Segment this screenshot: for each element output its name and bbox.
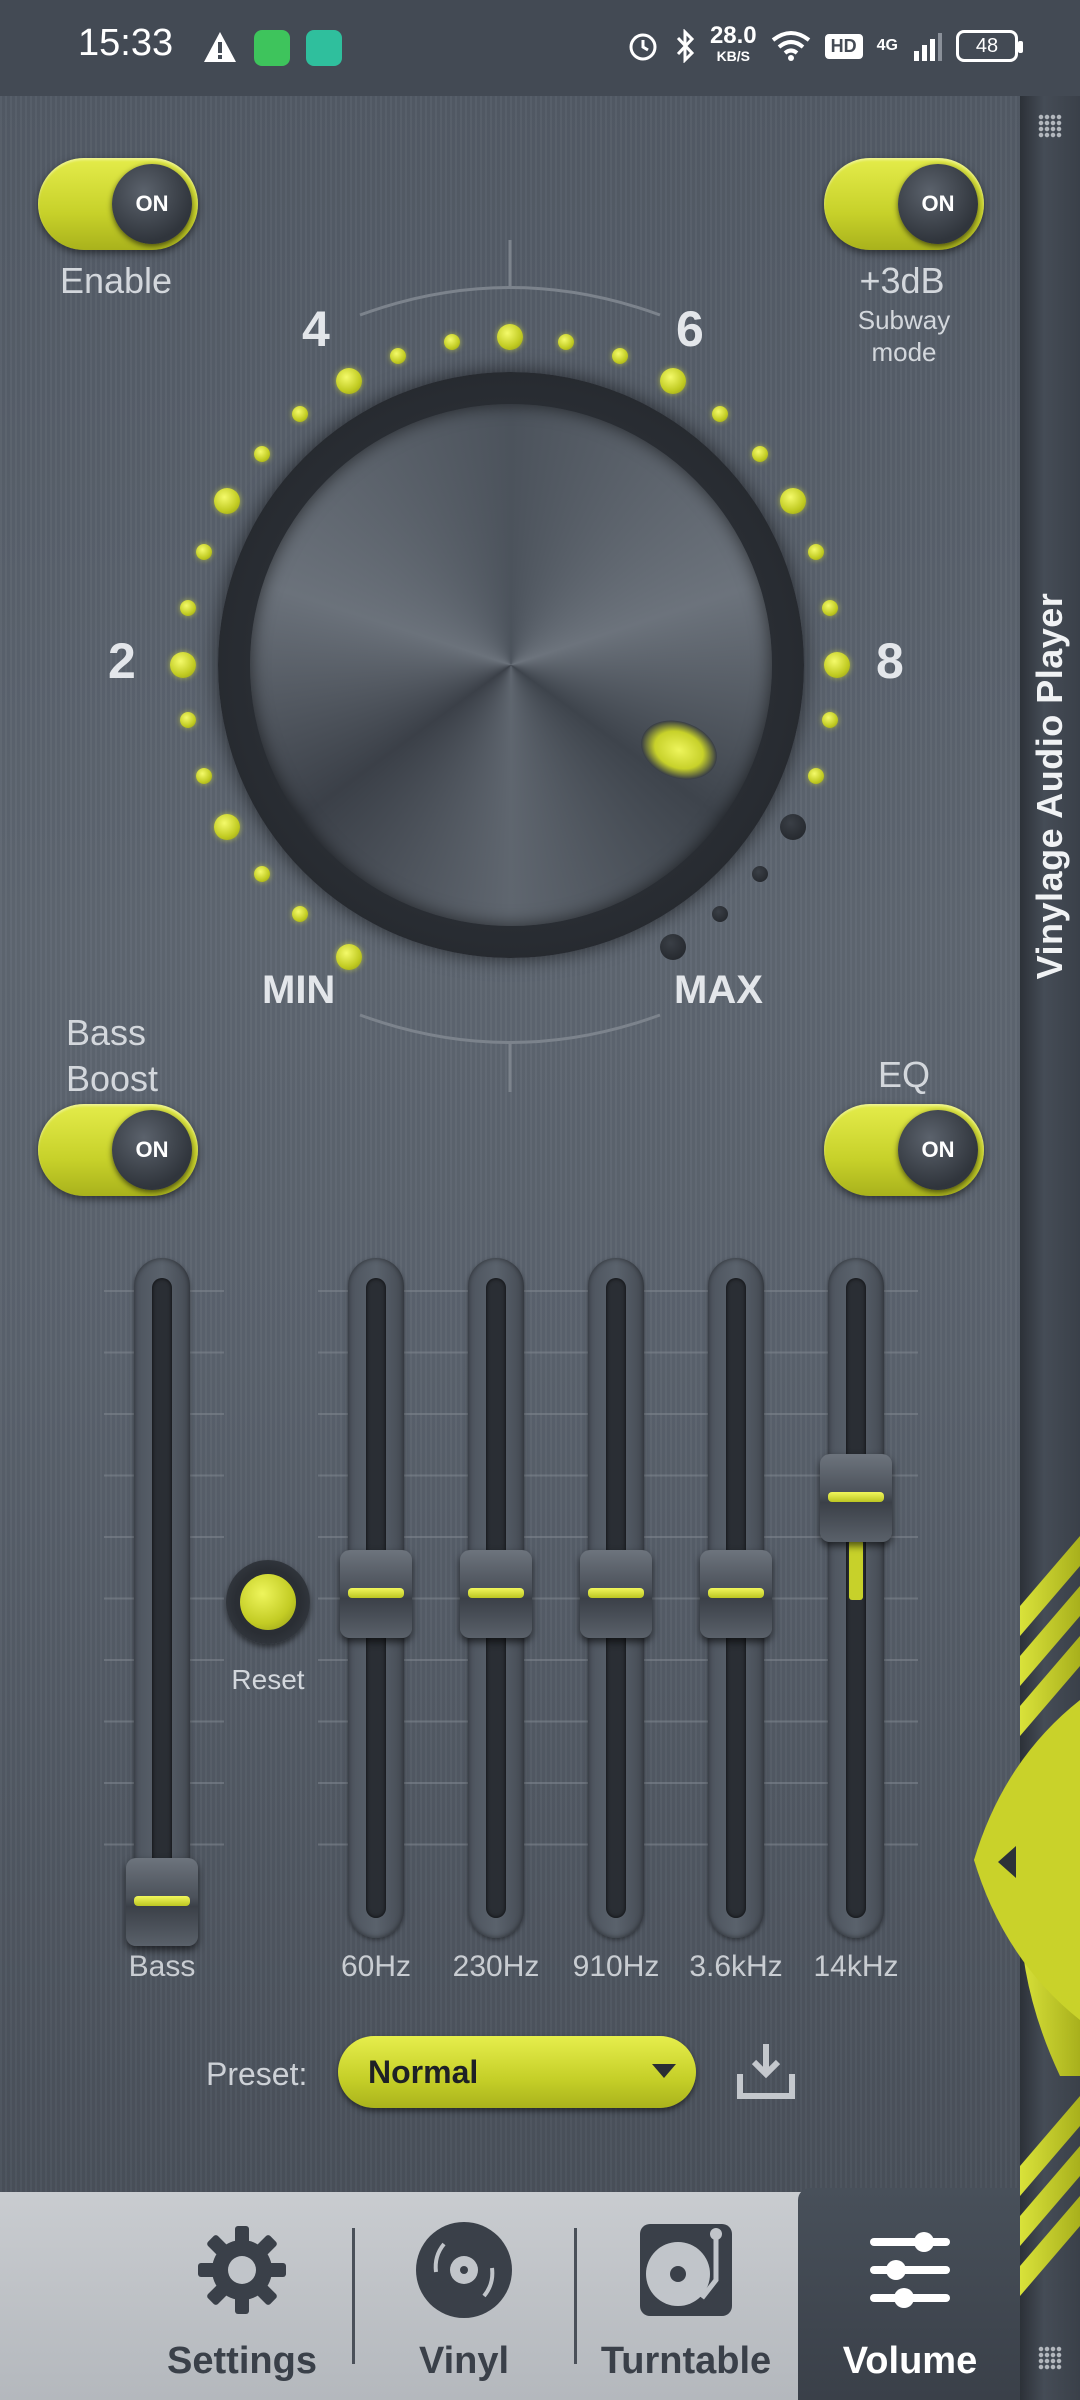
volume-led (612, 348, 628, 364)
volume-led (196, 544, 212, 560)
bass-boost-toggle-knob: ON (112, 1110, 192, 1190)
volume-led (336, 944, 362, 970)
drawer-handle[interactable] (964, 1700, 1080, 2020)
volume-led (497, 324, 523, 350)
eq-14khz-thumb[interactable] (820, 1454, 892, 1542)
dropdown-arrow-icon (652, 2064, 676, 2078)
turntable-icon (640, 2224, 732, 2316)
app-title: Vinylage Audio Player (1029, 592, 1070, 980)
nav-settings-label: Settings (167, 2340, 317, 2382)
nav-separator (574, 2228, 577, 2364)
volume-led (752, 446, 768, 462)
scale-max: MAX (674, 968, 763, 1012)
volume-led (254, 446, 270, 462)
eq-14khz-label: 14kHz (813, 1950, 899, 1983)
scale-2: 2 (108, 633, 136, 689)
nav-turntable-label: Turntable (600, 2340, 772, 2382)
gear-icon (198, 2226, 286, 2314)
volume-led (180, 600, 196, 616)
volume-led (780, 814, 806, 840)
volume-led (214, 814, 240, 840)
bass-boost-label: Bass Boost (66, 1012, 159, 1099)
eq-910hz-thumb[interactable] (580, 1550, 652, 1638)
rail-grip-bottom-icon (1038, 2346, 1062, 2370)
volume-led (712, 906, 728, 922)
volume-led (822, 712, 838, 728)
volume-led (660, 368, 686, 394)
side-drawer-rail[interactable]: Vinylage Audio Player (1020, 96, 1080, 2400)
scale-min: MIN (262, 968, 336, 1012)
volume-led (254, 866, 270, 882)
bass-slider-track[interactable] (134, 1258, 190, 1938)
eq-60hz-label: 60Hz (340, 1950, 412, 1983)
nav-separator (352, 2228, 355, 2364)
volume-led (752, 866, 768, 882)
scale-8: 8 (876, 633, 904, 689)
volume-led (170, 652, 196, 678)
volume-led (336, 368, 362, 394)
preset-dropdown[interactable]: Normal (338, 2036, 696, 2108)
eq-60hz-thumb[interactable] (340, 1550, 412, 1638)
app-title-container: Vinylage Audio Player (1020, 576, 1080, 996)
bass-boost-toggle[interactable]: ON (38, 1104, 198, 1196)
volume-led (292, 906, 308, 922)
scale-6: 6 (676, 301, 704, 357)
volume-led (808, 544, 824, 560)
volume-led (292, 406, 308, 422)
volume-led (214, 488, 240, 514)
eq-230hz-label: 230Hz (452, 1950, 540, 1983)
nav-vinyl[interactable]: Vinyl (364, 2220, 564, 2390)
eq-230hz-thumb[interactable] (460, 1550, 532, 1638)
eq-toggle-knob: ON (898, 1110, 978, 1190)
nav-turntable[interactable]: Turntable (586, 2220, 786, 2390)
volume-led (196, 768, 212, 784)
volume-knob[interactable] (250, 404, 772, 926)
scale-4: 4 (302, 301, 330, 357)
eq-3-6khz-thumb[interactable] (700, 1550, 772, 1638)
save-preset-icon[interactable] (736, 2040, 796, 2100)
eq-label: EQ (877, 1054, 930, 1095)
volume-led (712, 406, 728, 422)
volume-led (808, 768, 824, 784)
preset-value: Normal (368, 2054, 479, 2090)
nav-volume[interactable]: Volume (810, 2220, 1010, 2390)
reset-label: Reset (231, 1664, 305, 1695)
nav-vinyl-label: Vinyl (418, 2340, 510, 2382)
eq-910hz-label: 910Hz (572, 1950, 660, 1983)
volume-led (390, 348, 406, 364)
bass-slider-thumb[interactable] (126, 1858, 198, 1946)
vinyl-icon (416, 2222, 512, 2318)
eq-14khz-level-fill (849, 1540, 863, 1600)
eq-3-6khz-label: 3.6kHz (689, 1950, 783, 1983)
nav-volume-label: Volume (842, 2340, 978, 2382)
volume-led (444, 334, 460, 350)
rail-grip-top-icon (1038, 114, 1062, 138)
eq-toggle[interactable]: ON (824, 1104, 984, 1196)
eq-reset-button[interactable] (226, 1560, 310, 1644)
volume-led (180, 712, 196, 728)
volume-led (780, 488, 806, 514)
volume-led (824, 652, 850, 678)
sliders-icon (870, 2232, 950, 2308)
nav-settings[interactable]: Settings (142, 2220, 342, 2390)
volume-led (558, 334, 574, 350)
bass-slider-label: Bass (128, 1950, 196, 1983)
preset-label: Preset: (206, 2056, 308, 2092)
volume-led (822, 600, 838, 616)
volume-led (660, 934, 686, 960)
